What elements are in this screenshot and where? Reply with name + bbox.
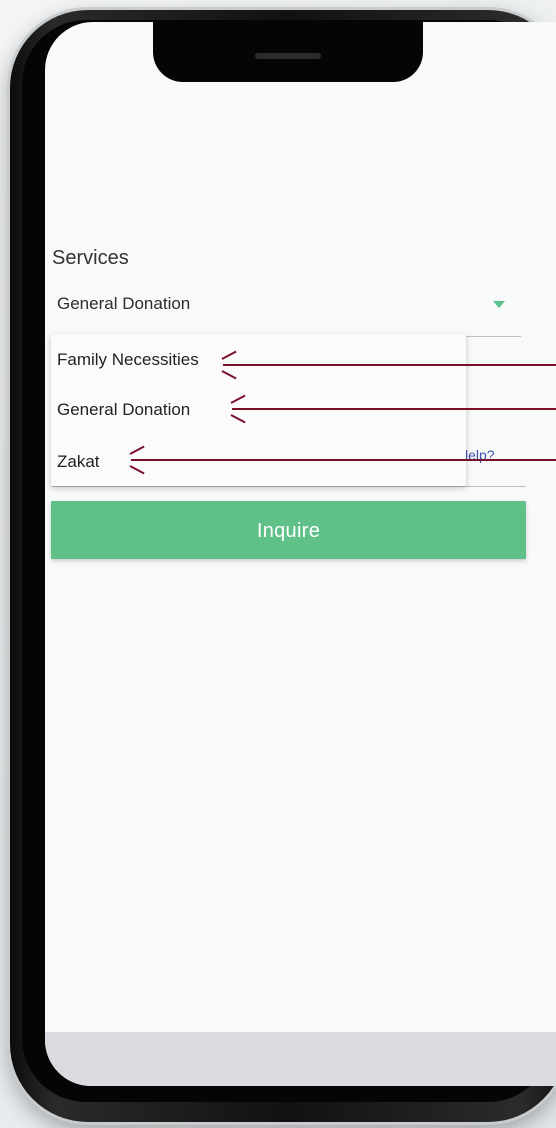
phone-screen: Services General Donation lelp? Family N…: [45, 22, 556, 1086]
notch: [153, 22, 423, 82]
speaker: [255, 53, 321, 59]
annotation-arrow-icon: [232, 408, 556, 410]
annotation-arrow-icon: [223, 364, 556, 366]
canvas: Services General Donation lelp? Family N…: [0, 0, 556, 1128]
field-underline: [52, 486, 526, 487]
annotation-arrow-icon: [131, 459, 556, 461]
services-dropdown: Family Necessities General Donation Zaka…: [51, 334, 466, 486]
inquire-button[interactable]: Inquire: [51, 501, 526, 559]
dropdown-option-zakat[interactable]: Zakat: [57, 452, 100, 472]
dropdown-option-family-necessities[interactable]: Family Necessities: [57, 350, 199, 370]
chevron-down-icon[interactable]: [493, 301, 505, 308]
dropdown-option-general-donation[interactable]: General Donation: [57, 400, 190, 420]
services-select[interactable]: General Donation: [52, 286, 521, 337]
bottom-bar: [45, 1032, 556, 1086]
selected-service: General Donation: [57, 294, 191, 313]
services-label: Services: [52, 247, 129, 269]
